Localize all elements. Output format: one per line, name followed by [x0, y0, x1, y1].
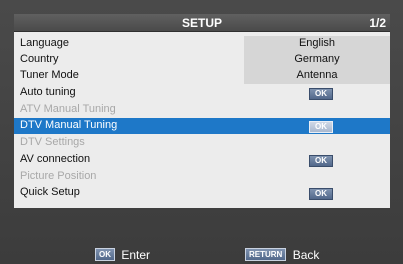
enter-hint[interactable]: OK Enter: [95, 247, 150, 262]
menu-item-label: Tuner Mode: [20, 69, 79, 81]
menu-item-label: Quick Setup: [20, 186, 80, 198]
back-hint[interactable]: RETURN Back: [245, 247, 319, 262]
menu-item-language[interactable]: Language English: [14, 36, 390, 52]
ok-key-icon: OK: [95, 248, 115, 262]
menu-header: SETUP 1/2: [14, 14, 390, 32]
menu-item-label: AV connection: [20, 153, 91, 165]
menu-item-label: Language: [20, 37, 69, 49]
menu-item-label: Picture Position: [20, 170, 97, 182]
tuner-mode-value: Antenna: [296, 69, 338, 81]
enter-label: Enter: [121, 247, 151, 262]
menu-item-atv-manual-tuning: ATV Manual Tuning: [14, 102, 390, 118]
footer-hints: OK Enter RETURN Back: [0, 244, 403, 264]
ok-button[interactable]: OK: [309, 88, 333, 100]
menu-item-tuner-mode[interactable]: Tuner Mode Antenna: [14, 68, 390, 84]
return-key-icon: RETURN: [245, 248, 287, 262]
tv-menu-frame: SETUP 1/2 Language English Country Germa…: [0, 0, 403, 264]
menu-item-country[interactable]: Country Germany: [14, 52, 390, 68]
menu-item-label: DTV Manual Tuning: [20, 119, 118, 131]
setup-menu-list: Language English Country Germany Tuner M…: [14, 32, 390, 208]
ok-button[interactable]: OK: [309, 155, 333, 167]
menu-item-picture-position: Picture Position: [14, 169, 390, 185]
menu-item-label: ATV Manual Tuning: [20, 103, 116, 115]
ok-button[interactable]: OK: [309, 121, 333, 133]
menu-item-label: Auto tuning: [20, 86, 76, 98]
menu-item-label: Country: [20, 53, 59, 65]
country-value: Germany: [294, 53, 340, 65]
menu-item-dtv-manual-tuning[interactable]: DTV Manual Tuning OK: [14, 118, 390, 134]
ok-button[interactable]: OK: [309, 188, 333, 200]
language-value-box: English: [244, 36, 390, 52]
menu-item-dtv-settings: DTV Settings: [14, 135, 390, 151]
tuner-mode-value-box: Antenna: [244, 68, 390, 84]
country-value-box: Germany: [244, 52, 390, 68]
language-value: English: [298, 37, 336, 49]
page-indicator: 1/2: [369, 16, 386, 30]
menu-item-av-connection[interactable]: AV connection OK: [14, 152, 390, 168]
back-label: Back: [292, 247, 320, 262]
menu-item-label: DTV Settings: [20, 136, 85, 148]
menu-item-auto-tuning[interactable]: Auto tuning OK: [14, 85, 390, 101]
menu-item-quick-setup[interactable]: Quick Setup OK: [14, 185, 390, 201]
menu-title: SETUP: [181, 16, 222, 30]
